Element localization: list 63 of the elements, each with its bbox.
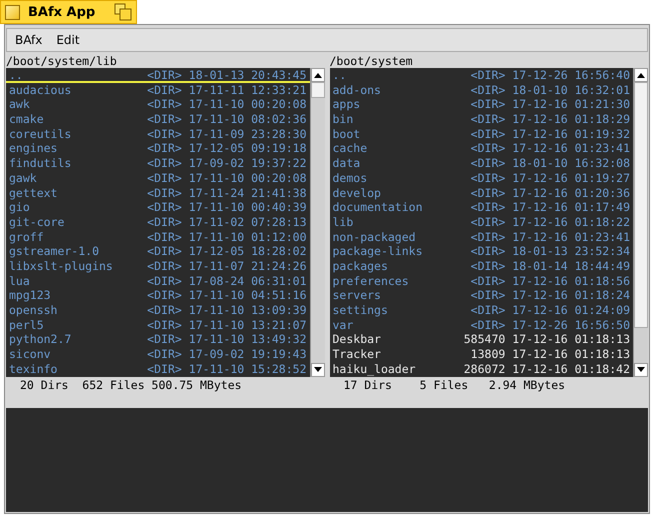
scroll-thumb[interactable] xyxy=(634,82,648,328)
up-arrow-icon xyxy=(637,72,645,78)
file-row[interactable]: python2.7 <DIR> 17-11-10 13:49:32 xyxy=(6,332,310,348)
file-row[interactable]: non-packaged <DIR> 17-12-16 01:23:41 xyxy=(330,230,633,244)
file-row[interactable]: coreutils <DIR> 17-11-09 23:28:30 xyxy=(6,126,310,142)
menu-item[interactable]: BAfx xyxy=(15,33,42,47)
file-row[interactable]: libxslt-plugins <DIR> 17-11-07 21:24:26 xyxy=(6,258,310,274)
scrollbar[interactable] xyxy=(633,68,648,377)
file-row[interactable]: perl5 <DIR> 17-11-10 13:21:07 xyxy=(6,318,310,332)
file-row[interactable]: lib <DIR> 17-12-16 01:18:22 xyxy=(330,214,633,230)
file-row[interactable]: openssh <DIR> 17-11-10 13:09:39 xyxy=(6,303,310,318)
scroll-up-button[interactable] xyxy=(634,68,648,82)
file-row[interactable]: boot <DIR> 17-12-16 01:19:32 xyxy=(330,126,633,142)
path-label: /boot/system xyxy=(330,54,414,68)
down-arrow-icon xyxy=(637,367,645,373)
file-row[interactable]: gio <DIR> 17-11-10 00:40:39 xyxy=(6,200,310,215)
path-label: /boot/system/lib xyxy=(6,54,118,68)
file-row[interactable]: texinfo <DIR> 17-11-10 15:28:52 xyxy=(6,362,310,376)
close-button[interactable] xyxy=(5,4,20,20)
file-row[interactable]: engines <DIR> 17-12-05 09:19:18 xyxy=(6,141,310,156)
window-title: BAfx App xyxy=(28,4,96,20)
menu-item[interactable]: Edit xyxy=(56,33,80,47)
file-row[interactable]: siconv <DIR> 17-09-02 19:19:43 xyxy=(6,347,310,362)
scrollbar[interactable] xyxy=(310,68,324,377)
file-row[interactable]: lua <DIR> 17-08-24 06:31:01 xyxy=(6,274,310,288)
file-row[interactable]: documentation <DIR> 17-12-16 01:17:49 xyxy=(330,200,633,215)
file-row[interactable]: develop <DIR> 17-12-16 01:20:36 xyxy=(330,186,633,200)
file-row[interactable]: Tracker 13809 17-12-16 01:18:13 xyxy=(330,347,633,362)
file-row[interactable]: add-ons <DIR> 18-01-10 16:32:01 xyxy=(330,82,633,98)
file-row[interactable]: var <DIR> 17-12-26 16:56:50 xyxy=(330,318,633,332)
scroll-down-button[interactable] xyxy=(310,363,324,377)
file-row[interactable]: groff <DIR> 17-11-10 01:12:00 xyxy=(6,230,310,244)
file-row[interactable]: cmake <DIR> 17-11-10 08:02:36 xyxy=(6,112,310,127)
file-row[interactable]: .. <DIR> 18-01-13 20:43:45 xyxy=(6,68,310,83)
file-row[interactable]: settings <DIR> 17-12-16 01:24:09 xyxy=(330,303,633,318)
file-row[interactable]: cache <DIR> 17-12-16 01:23:41 xyxy=(330,141,633,156)
file-row[interactable]: demos <DIR> 17-12-16 01:19:27 xyxy=(330,170,633,186)
scroll-down-button[interactable] xyxy=(634,363,648,377)
file-row[interactable]: haiku_loader 286072 17-12-16 01:18:42 xyxy=(330,362,633,376)
up-arrow-icon xyxy=(314,72,322,78)
file-row[interactable]: package-links <DIR> 18-01-13 23:52:34 xyxy=(330,244,633,259)
status-text: 20 Dirs 652 Files 500.75 MBytes xyxy=(19,377,243,393)
file-row[interactable]: awk <DIR> 17-11-10 00:20:08 xyxy=(6,97,310,112)
file-row[interactable]: audacious <DIR> 17-11-11 12:33:21 xyxy=(6,82,310,98)
scroll-up-button[interactable] xyxy=(310,68,324,82)
file-row[interactable]: data <DIR> 18-01-10 16:32:08 xyxy=(330,156,633,171)
file-row[interactable]: git-core <DIR> 17-11-02 07:28:13 xyxy=(6,214,310,230)
status-text: 17 Dirs 5 Files 2.94 MBytes xyxy=(342,377,566,393)
zoom-button[interactable] xyxy=(114,3,132,21)
file-row[interactable]: preferences <DIR> 17-12-16 01:18:56 xyxy=(330,274,633,288)
down-arrow-icon xyxy=(314,367,322,373)
file-row[interactable]: servers <DIR> 17-12-16 01:18:24 xyxy=(330,288,633,303)
file-row[interactable]: packages <DIR> 18-01-14 18:44:49 xyxy=(330,258,633,274)
file-row[interactable]: bin <DIR> 17-12-16 01:18:29 xyxy=(330,112,633,127)
scroll-thumb[interactable] xyxy=(310,82,324,98)
file-row[interactable]: Deskbar 585470 17-12-16 01:18:13 xyxy=(330,332,633,348)
file-row[interactable]: mpg123 <DIR> 17-11-10 04:51:16 xyxy=(6,288,310,303)
file-row[interactable]: .. <DIR> 17-12-26 16:56:40 xyxy=(330,68,633,83)
file-row[interactable]: gstreamer-1.0 <DIR> 17-12-05 18:28:02 xyxy=(6,244,310,259)
file-row[interactable]: gawk <DIR> 17-11-10 00:20:08 xyxy=(6,170,310,186)
file-row[interactable]: apps <DIR> 17-12-16 01:21:30 xyxy=(330,97,633,112)
file-row[interactable]: gettext <DIR> 17-11-24 21:41:38 xyxy=(6,186,310,200)
file-row[interactable]: findutils <DIR> 17-09-02 19:37:22 xyxy=(6,156,310,171)
